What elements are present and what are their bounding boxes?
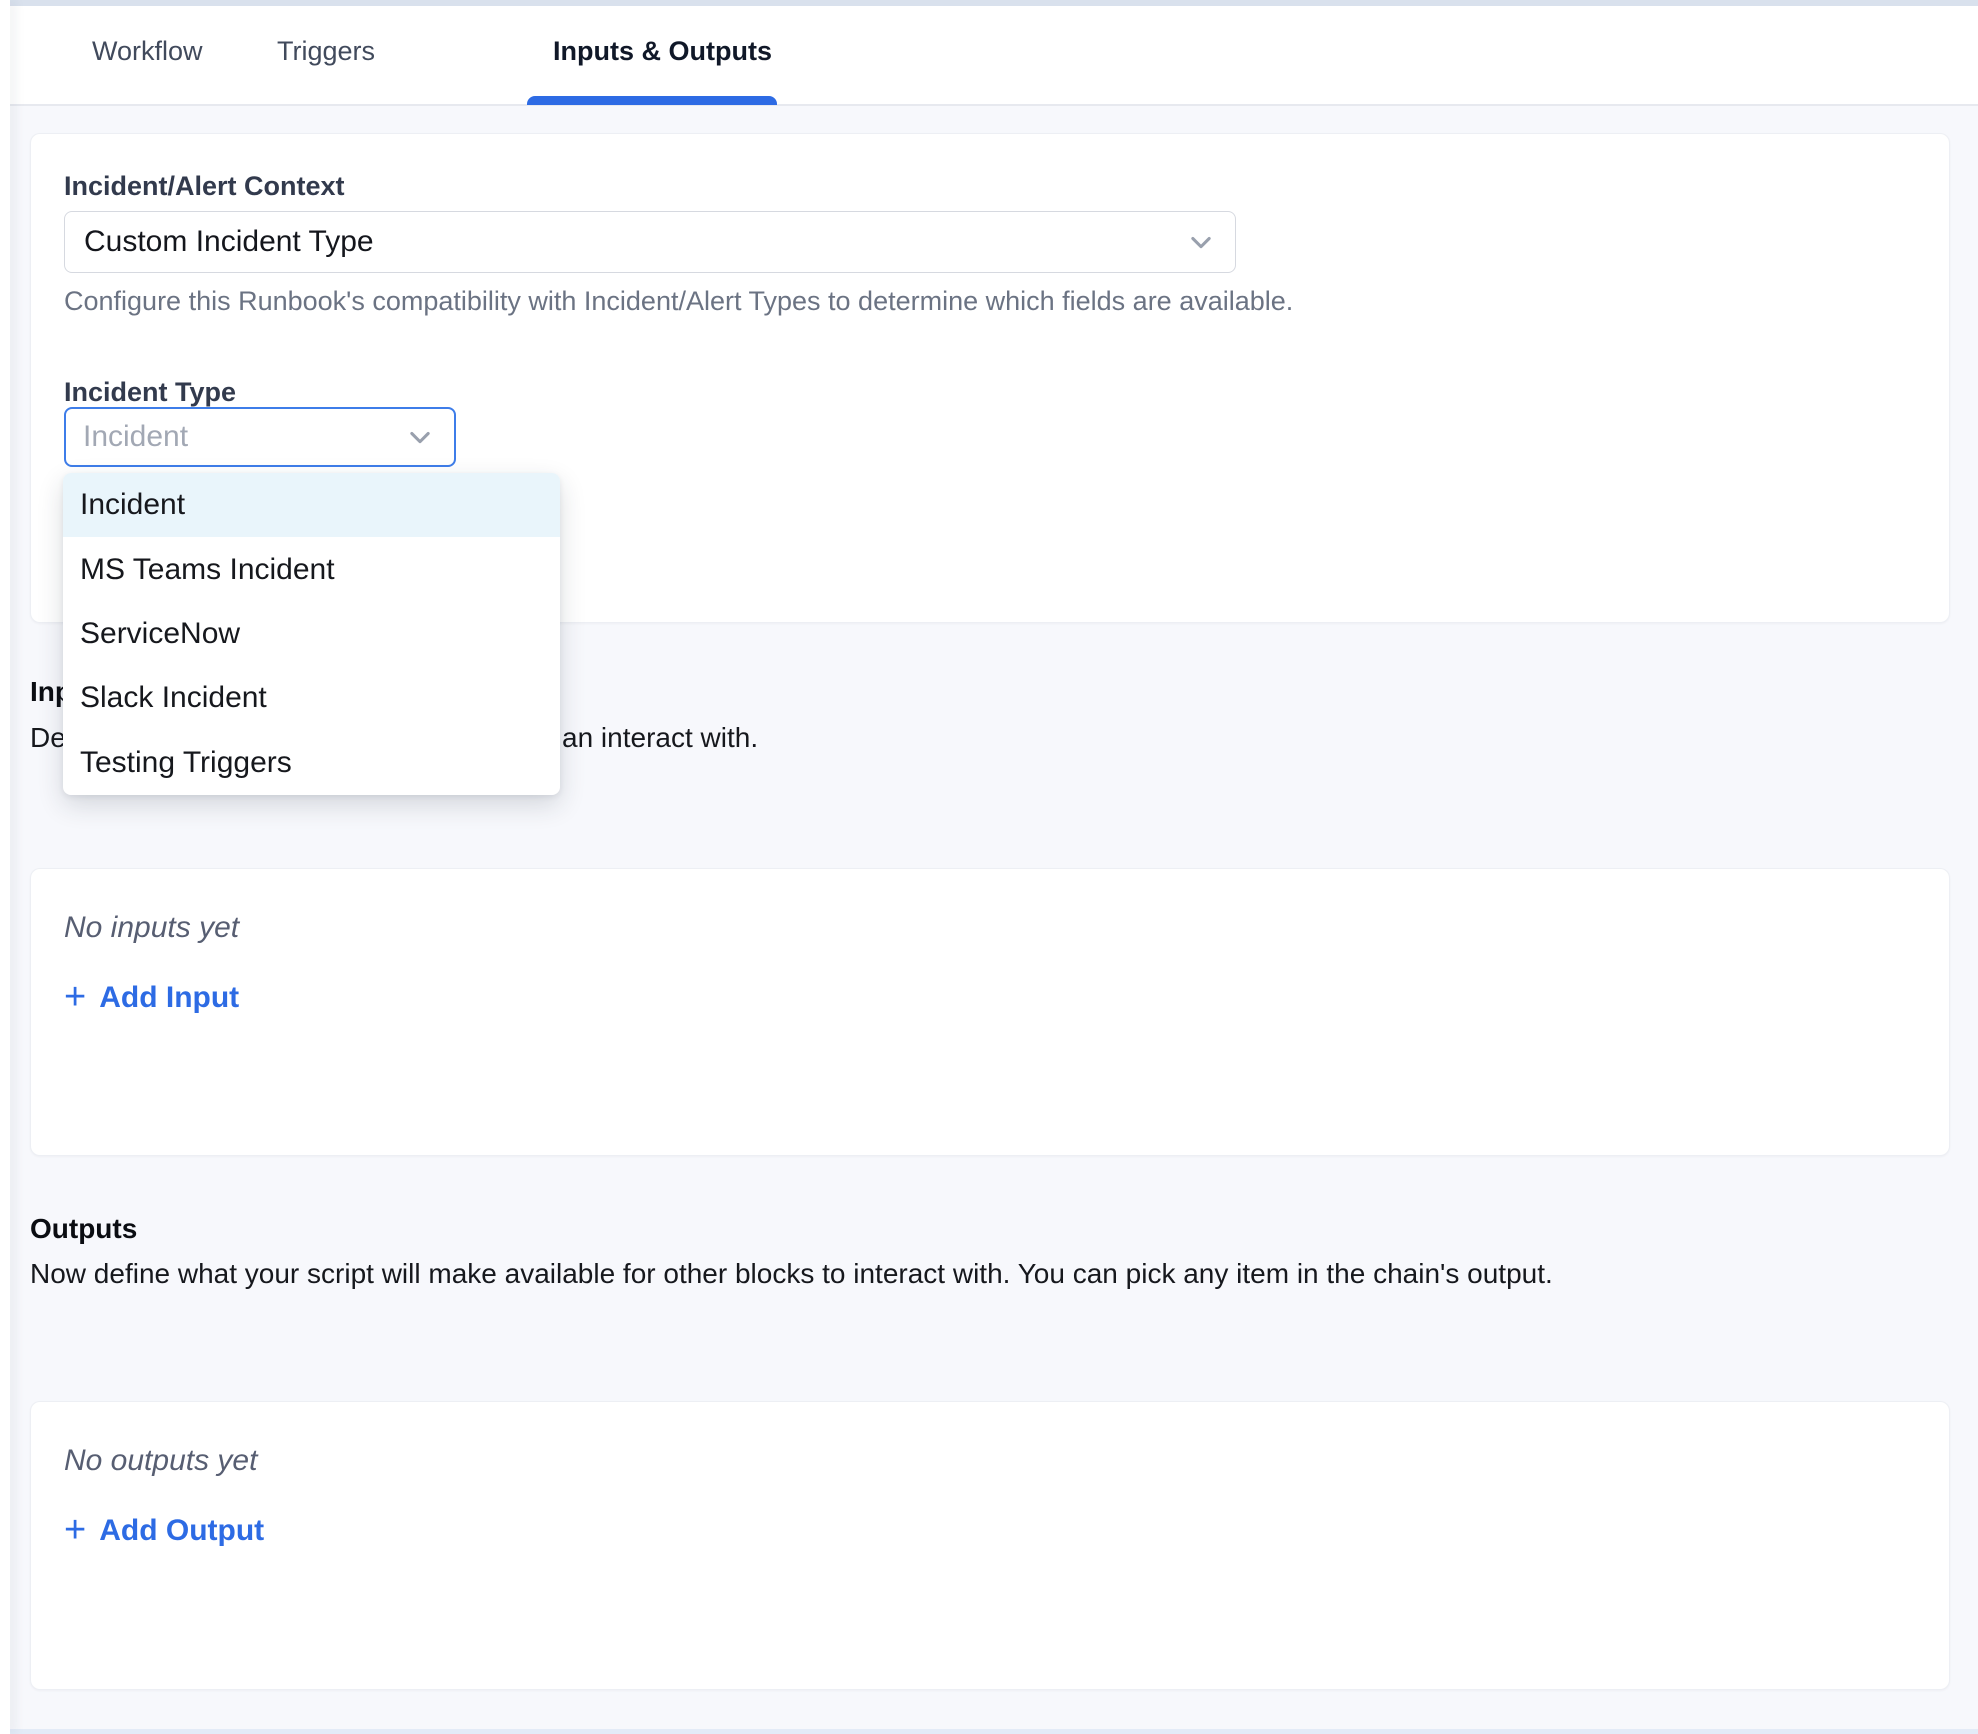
no-outputs-text: No outputs yet	[64, 1444, 257, 1478]
add-output-label: Add Output	[99, 1514, 264, 1548]
incident-type-select[interactable]: Incident	[64, 407, 456, 467]
add-input-label: Add Input	[99, 981, 239, 1015]
chevron-down-icon	[406, 423, 434, 451]
incident-alert-context-label: Incident/Alert Context	[64, 171, 345, 202]
inputs-card: No inputs yet + Add Input	[30, 868, 1950, 1156]
menu-item-ms-teams-incident[interactable]: MS Teams Incident	[63, 537, 560, 601]
incident-type-dropdown-menu: Incident MS Teams Incident ServiceNow Sl…	[63, 473, 560, 795]
tab-triggers[interactable]: Triggers	[277, 36, 375, 67]
plus-icon: +	[64, 1515, 86, 1545]
menu-item-testing-triggers[interactable]: Testing Triggers	[63, 731, 560, 795]
incident-alert-context-help: Configure this Runbook's compatibility w…	[64, 286, 1293, 317]
incident-type-placeholder: Incident	[83, 420, 188, 454]
active-tab-underline	[527, 96, 777, 105]
menu-item-slack-incident[interactable]: Slack Incident	[63, 666, 560, 730]
incident-alert-context-value: Custom Incident Type	[84, 225, 374, 259]
bottom-page-edge	[0, 1729, 1978, 1734]
add-output-button[interactable]: + Add Output	[64, 1514, 264, 1548]
add-input-button[interactable]: + Add Input	[64, 981, 239, 1015]
tab-workflow[interactable]: Workflow	[92, 36, 203, 67]
inputs-section-description-fragment: De	[30, 722, 66, 754]
tab-inputs-outputs[interactable]: Inputs & Outputs	[553, 36, 772, 67]
inputs-outputs-page: Workflow Triggers Inputs & Outputs Incid…	[0, 0, 1978, 1734]
incident-alert-context-select[interactable]: Custom Incident Type	[64, 211, 1236, 273]
outputs-section-heading: Outputs	[30, 1213, 137, 1245]
menu-item-incident[interactable]: Incident	[63, 473, 560, 537]
incident-type-label: Incident Type	[64, 377, 236, 408]
no-inputs-text: No inputs yet	[64, 911, 239, 945]
plus-icon: +	[64, 982, 86, 1012]
outputs-section-description: Now define what your script will make av…	[30, 1258, 1553, 1290]
inputs-section-description-fragment: an interact with.	[562, 722, 758, 754]
outputs-card: No outputs yet + Add Output	[30, 1401, 1950, 1690]
tab-bar: Workflow Triggers Inputs & Outputs	[10, 6, 1978, 106]
chevron-down-icon	[1187, 228, 1215, 256]
left-panel-edge	[0, 0, 10, 1734]
menu-item-servicenow[interactable]: ServiceNow	[63, 602, 560, 666]
